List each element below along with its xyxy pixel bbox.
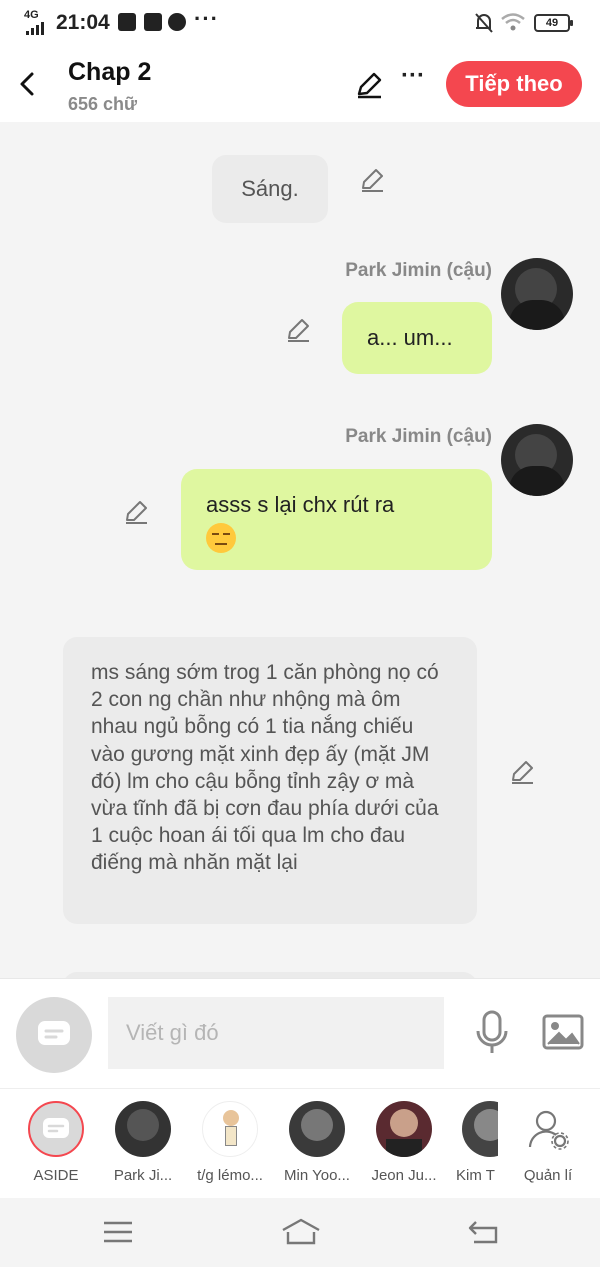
- more-options-button[interactable]: ···: [398, 64, 428, 94]
- speaker-name: Park Jimin (cậu): [345, 260, 492, 281]
- character-name: Min Yoo...: [284, 1167, 350, 1184]
- network-type: 4G: [24, 9, 39, 21]
- chapter-header: Chap 2 656 chữ ··· Tiếp theo: [0, 44, 600, 122]
- character-bubble[interactable]: a... um...: [342, 302, 492, 374]
- character-name: Park Ji...: [113, 1167, 173, 1184]
- chat-icon: [168, 13, 186, 31]
- aside-icon: [38, 1021, 70, 1045]
- narration-bubble[interactable]: Sáng.: [212, 155, 328, 223]
- character-jeon-jungkook[interactable]: Jeon Ju...: [361, 1101, 447, 1184]
- manage-characters-button[interactable]: Quản lí: [505, 1101, 591, 1184]
- character-name: Kim T: [456, 1167, 495, 1184]
- word-count: 656 chữ: [68, 94, 138, 114]
- system-navigation-bar: [0, 1198, 600, 1267]
- character-name: Jeon Ju...: [371, 1167, 437, 1184]
- unamused-face-icon: [206, 523, 236, 554]
- manage-users-icon: [528, 1110, 569, 1150]
- message-text: asss s lại chx rút ra: [206, 492, 395, 517]
- narration-bubble[interactable]: ms sáng sớm trog 1 căn phòng nọ có 2 con…: [63, 637, 477, 924]
- avatar: [376, 1101, 432, 1157]
- edit-message-icon[interactable]: [284, 316, 312, 344]
- back-button[interactable]: [14, 66, 42, 102]
- chapter-title: Chap 2: [68, 58, 152, 86]
- status-time: 21:04: [56, 11, 110, 34]
- more-notifications-icon: ···: [194, 6, 219, 31]
- avatar: [462, 1101, 498, 1157]
- character-name: ASIDE: [33, 1167, 79, 1184]
- character-name: t/g lémo...: [197, 1167, 263, 1184]
- character-name: Quản lí: [523, 1167, 573, 1184]
- next-chapter-button[interactable]: Tiếp theo: [446, 61, 582, 107]
- compose-bar: [0, 978, 600, 1088]
- avatar: [202, 1101, 258, 1157]
- home-icon[interactable]: [280, 1216, 322, 1248]
- signal-icon: [26, 22, 44, 35]
- image-button[interactable]: [542, 1013, 584, 1051]
- menu-icon[interactable]: [100, 1216, 136, 1248]
- character-aside[interactable]: ASIDE: [13, 1101, 99, 1184]
- wifi-icon: [501, 13, 525, 31]
- status-bar: 4G 21:04 ··· 49: [0, 0, 600, 44]
- microphone-button[interactable]: [474, 1009, 510, 1057]
- edit-chapter-button[interactable]: [354, 70, 384, 100]
- battery-indicator: 49: [534, 14, 573, 32]
- aside-toggle-button[interactable]: [16, 997, 92, 1073]
- character-avatar[interactable]: [501, 258, 573, 330]
- avatar: [115, 1101, 171, 1157]
- character-bubble[interactable]: asss s lại chx rút ra: [181, 469, 492, 570]
- character-selector: ASIDE Park Ji... t/g lémo... Min Yoo... …: [0, 1088, 600, 1198]
- edit-message-icon[interactable]: [508, 758, 536, 786]
- character-park-jimin[interactable]: Park Ji...: [100, 1101, 186, 1184]
- edit-message-icon[interactable]: [122, 498, 150, 526]
- character-avatar[interactable]: [501, 424, 573, 496]
- facebook-icon: [144, 13, 162, 31]
- aside-icon: [28, 1101, 84, 1157]
- avatar: [289, 1101, 345, 1157]
- character-author[interactable]: t/g lémo...: [187, 1101, 273, 1184]
- mute-icon: [475, 13, 493, 33]
- speaker-name: Park Jimin (cậu): [345, 426, 492, 447]
- mail-icon: [118, 13, 136, 31]
- message-input[interactable]: [108, 997, 444, 1069]
- back-nav-icon[interactable]: [466, 1216, 502, 1248]
- edit-message-icon[interactable]: [358, 166, 386, 194]
- character-min-yoongi[interactable]: Min Yoo...: [274, 1101, 360, 1184]
- character-kim-taehyung[interactable]: Kim T: [448, 1101, 498, 1184]
- story-chat-area[interactable]: Sáng. Park Jimin (cậu) a... um... Park J…: [0, 122, 600, 978]
